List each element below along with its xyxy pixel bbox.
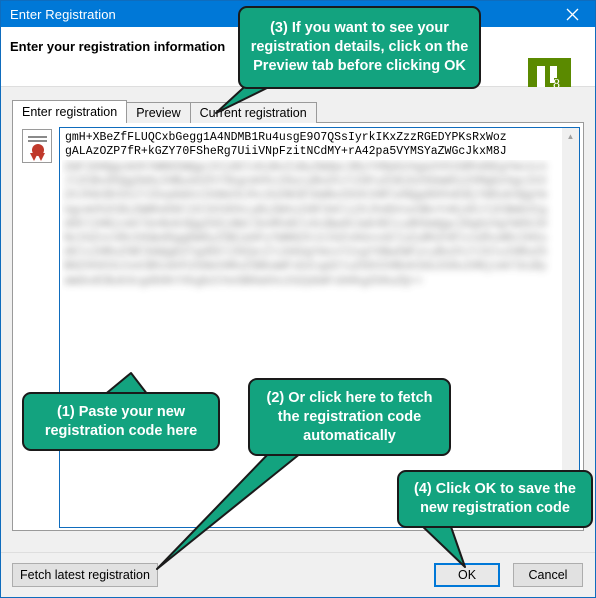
callout-text: (4) Click OK to save the new registratio… [414, 481, 576, 516]
callout-text: (2) Or click here to fetch the registrat… [266, 389, 433, 444]
enter-registration-dialog: Enter Registration Enter your registrati… [0, 0, 596, 598]
callout-step-3: (3) If you want to see your registration… [238, 6, 481, 89]
callout-step-2: (2) Or click here to fetch the registrat… [248, 378, 451, 456]
callout-step-1: (1) Paste your new registration code her… [22, 392, 220, 451]
callout-step-4: (4) Click OK to save the new registratio… [397, 470, 593, 528]
callout-text: (3) If you want to see your registration… [250, 20, 469, 74]
callout-text: (1) Paste your new registration code her… [44, 403, 198, 439]
